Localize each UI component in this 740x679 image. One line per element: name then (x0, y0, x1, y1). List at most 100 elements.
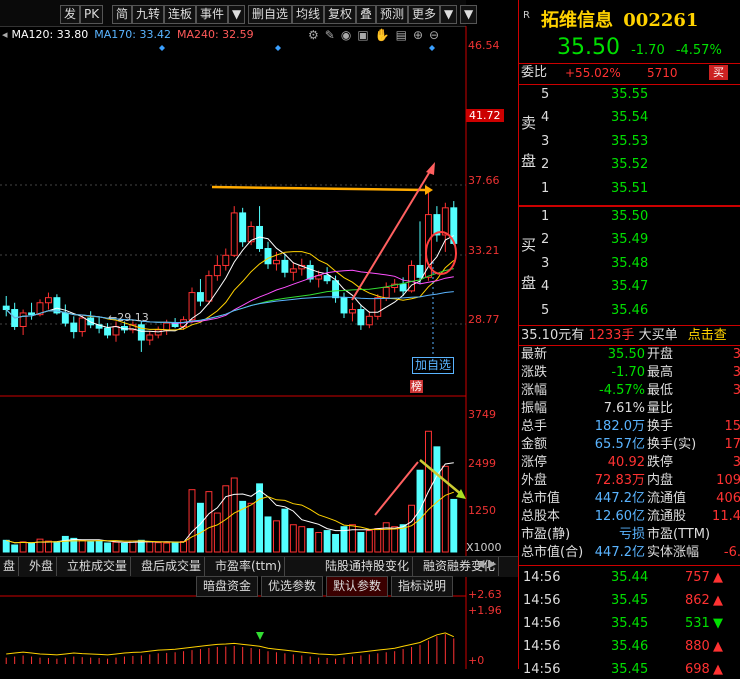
stat-value: 447.2亿 (594, 545, 645, 560)
stat-label: 流通股 (647, 509, 687, 524)
sell-level-price: 35.51 (611, 180, 649, 196)
event-marker[interactable] (429, 45, 435, 51)
candle (196, 279, 204, 307)
candle (348, 302, 356, 322)
stat-label: 总市值 (521, 491, 561, 506)
volume-bar (171, 541, 179, 553)
buy-level-num: 1 (541, 209, 550, 224)
signal-arrow (256, 632, 264, 640)
sell-level-num: 5 (541, 87, 550, 102)
stat-label: 内盘 (647, 473, 674, 488)
indicator-tab-4[interactable]: 市盈率(ttm) (212, 557, 286, 576)
event-marker[interactable] (159, 45, 165, 51)
scroll-left-icon[interactable]: ◀ (476, 557, 484, 570)
volume-bar (180, 540, 188, 553)
big-order-label: 大买单 (638, 328, 678, 343)
stat-value: -6. (723, 545, 740, 560)
tick-price: 35.45 (611, 593, 649, 608)
buy-side-label: 买 (521, 236, 537, 254)
tick-qty: 757 (685, 570, 710, 585)
stat-value: 3 (732, 365, 740, 380)
event-marker[interactable] (275, 45, 281, 51)
stat-value: 3 (732, 347, 740, 362)
volume-bar (53, 541, 61, 553)
volume-bar (433, 446, 441, 553)
indicator-tab-5[interactable]: 陆股通持股变化 (322, 557, 414, 576)
volume-bar (104, 542, 112, 553)
tick-price: 35.45 (611, 662, 649, 677)
stat-label: 振幅 (521, 401, 548, 416)
volume-bar (163, 542, 171, 553)
stat-label: 换手 (647, 419, 674, 434)
tabs-scroll: ◀ ▶ (476, 557, 496, 570)
tick-time: 14:56 (523, 570, 561, 585)
buy-tag[interactable]: 买 (709, 65, 728, 80)
subtab-3[interactable]: 指标说明 (391, 576, 454, 597)
weibi-pct: +55.02% (565, 66, 621, 80)
indicator-tab-1[interactable]: 外盘 (26, 557, 58, 576)
stat-value: -4.57% (599, 383, 645, 398)
buy-level-price: 35.47 (611, 279, 649, 295)
tick-price: 35.46 (611, 639, 649, 654)
candle (365, 311, 373, 329)
candle (154, 326, 162, 339)
volume-bar (298, 526, 306, 553)
volume-bar (87, 541, 95, 553)
candle (2, 295, 10, 317)
rank-badge[interactable]: 榜 (410, 380, 423, 393)
scroll-right-icon[interactable]: ▶ (488, 557, 496, 570)
arrow-up-icon: ▲ (713, 570, 723, 585)
volume-bar (44, 540, 52, 553)
volume-bar (247, 502, 255, 553)
buy-level-price: 35.46 (611, 302, 649, 318)
indicator-tab-3[interactable]: 盘后成交量 (138, 557, 206, 576)
stat-value: 65.57亿 (594, 437, 645, 452)
candle (112, 321, 120, 342)
tick-qty: 531 (685, 616, 710, 631)
stat-value: 11.4 (712, 509, 740, 524)
stats-table: 最新 35.50 开盘 3 涨跌 -1.70 最高 3 涨幅 -4.57% 最低 3 振幅 7.61% 量比… (519, 346, 740, 564)
volume-bar (188, 489, 196, 553)
volume-bar (450, 498, 458, 553)
stat-label: 最高 (647, 365, 674, 380)
candle (357, 304, 365, 330)
volume-bar (196, 502, 204, 553)
big-order[interactable]: 35.10元有 1233手 大买单 点击查 (521, 327, 727, 345)
tick-price: 35.45 (611, 616, 649, 631)
quote-panel: R 拓维信息 002261 35.50 -1.70 -4.57% 委比 +55.… (518, 0, 740, 677)
macd-line (6, 632, 455, 656)
candle (213, 255, 221, 281)
candle (239, 207, 247, 247)
buy-side-label: 盘 (521, 274, 537, 292)
macd-axis: +2.63 +1.96 +0 (466, 576, 518, 669)
macd-tick: +2.63 (468, 588, 502, 601)
volume-bar (19, 541, 27, 553)
sell-side-label: 卖 (521, 114, 537, 132)
stat-value: 182.0万 (594, 419, 645, 434)
arrow-up-icon: ▲ (713, 593, 723, 608)
add-watch-button[interactable]: 加自选 (412, 357, 455, 374)
subtab-2[interactable]: 默认参数 (326, 576, 389, 597)
price-change-pct: -4.57% (675, 43, 722, 58)
volume-bar (154, 542, 162, 553)
volume-bar (213, 512, 221, 553)
volume-bar (120, 542, 128, 553)
subtab-0[interactable]: 暗盘资金 (196, 576, 259, 597)
stat-value: 109 (716, 473, 740, 488)
volume-bar (365, 530, 373, 553)
price-tick: 33.21 (468, 244, 500, 257)
stat-label: 市盈(TTM) (647, 527, 711, 542)
volume-bar (374, 528, 382, 553)
candle (281, 253, 289, 278)
stat-label: 流通值 (647, 491, 687, 506)
indicator-tab-0[interactable]: 盘 (0, 557, 20, 576)
candle (256, 206, 264, 252)
candle (44, 292, 52, 310)
candle (340, 292, 348, 319)
buy-level-price: 35.48 (611, 255, 649, 271)
volume-bar (2, 539, 10, 553)
subtab-1[interactable]: 优选参数 (261, 576, 324, 597)
indicator-tab-2[interactable]: 立桩成交量 (64, 557, 132, 576)
stat-label: 外盘 (521, 473, 548, 488)
big-order-more[interactable]: 点击查 (688, 328, 727, 343)
